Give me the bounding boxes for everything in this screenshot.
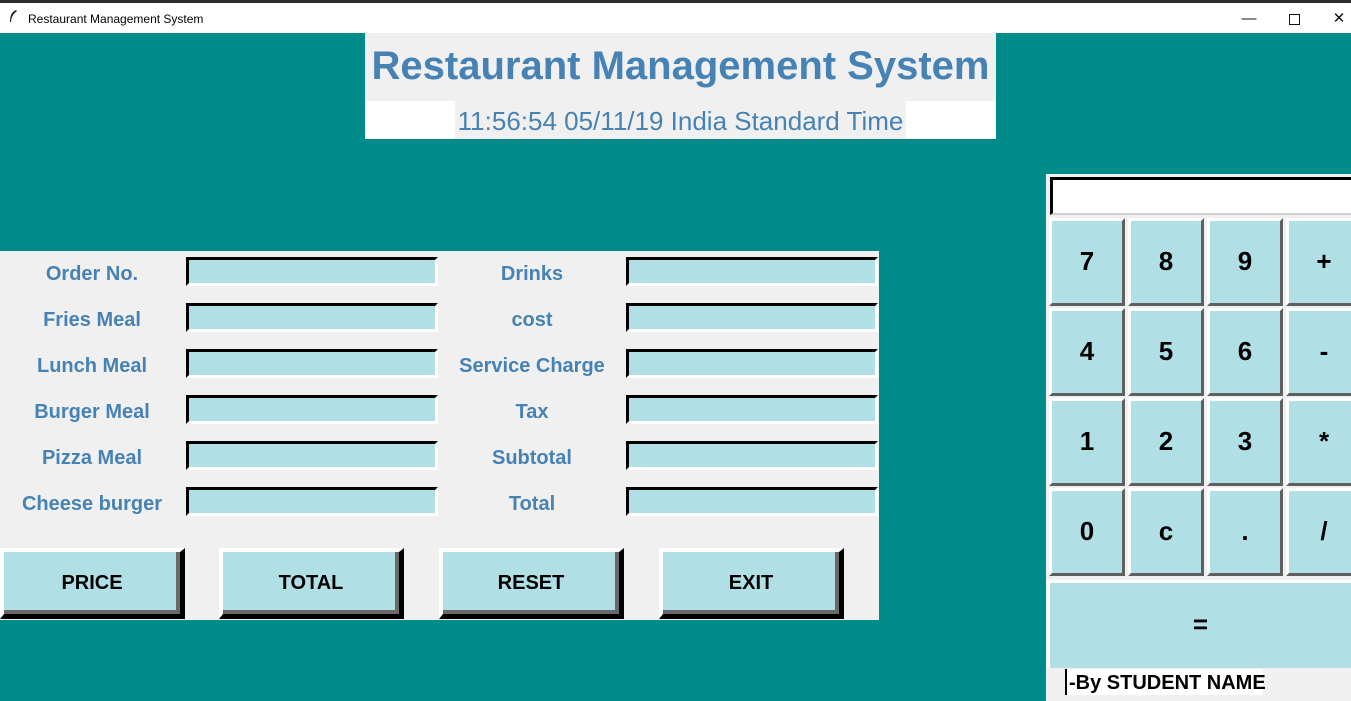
cost-label: cost <box>511 309 553 331</box>
total-label: Total <box>508 493 556 515</box>
cheese-burger-label: Cheese burger <box>21 493 163 515</box>
calc-key-equals[interactable]: = <box>1047 580 1351 668</box>
calc-key-1[interactable]: 1 <box>1049 398 1125 486</box>
feather-icon <box>8 9 18 26</box>
calc-key-2[interactable]: 2 <box>1128 398 1204 486</box>
order-form: Order No. Fries Meal Lunch Meal Burger M… <box>0 251 879 620</box>
close-button[interactable]: ✕ <box>1316 6 1351 32</box>
pizza-meal-label: Pizza Meal <box>41 447 143 469</box>
service-charge-label: Service Charge <box>459 355 605 377</box>
total-input[interactable] <box>626 487 878 516</box>
subtotal-label: Subtotal <box>492 447 572 469</box>
tax-input[interactable] <box>626 395 878 424</box>
fries-meal-input[interactable] <box>186 303 438 332</box>
window-title: Restaurant Management System <box>28 12 204 26</box>
maximize-icon <box>1288 13 1300 25</box>
fries-meal-label: Fries Meal <box>43 309 141 331</box>
subtotal-input[interactable] <box>626 441 878 470</box>
calc-key-0[interactable]: 0 <box>1049 488 1125 576</box>
cost-input[interactable] <box>626 303 878 332</box>
calc-key-clear[interactable]: c <box>1128 488 1204 576</box>
total-button[interactable]: TOTAL <box>219 548 404 619</box>
calc-key-8[interactable]: 8 <box>1128 218 1204 306</box>
minimize-button[interactable]: — <box>1226 6 1272 32</box>
maximize-button[interactable] <box>1271 6 1317 32</box>
calc-key-divide[interactable]: / <box>1286 488 1351 576</box>
service-charge-input[interactable] <box>626 349 878 378</box>
calculator-panel: 7 8 9 + 4 5 6 - 1 2 3 * 0 c . / = <box>1046 174 1351 701</box>
drinks-label: Drinks <box>500 263 564 285</box>
window-titlebar: Restaurant Management System — ✕ <box>0 0 1351 33</box>
lunch-meal-input[interactable] <box>186 349 438 378</box>
header-panel: Restaurant Management System 11:56:54 05… <box>365 33 996 139</box>
tax-label: Tax <box>515 401 549 423</box>
drinks-input[interactable] <box>626 257 878 286</box>
calc-key-5[interactable]: 5 <box>1128 308 1204 396</box>
page-title: Restaurant Management System <box>371 44 990 88</box>
cheese-burger-input[interactable] <box>186 487 438 516</box>
order-no-label: Order No. <box>45 263 139 285</box>
minimize-icon: — <box>1241 10 1257 27</box>
pizza-meal-input[interactable] <box>186 441 438 470</box>
order-no-input[interactable] <box>186 257 438 286</box>
calc-key-7[interactable]: 7 <box>1049 218 1125 306</box>
calc-key-6[interactable]: 6 <box>1207 308 1283 396</box>
calc-key-plus[interactable]: + <box>1286 218 1351 306</box>
calculator-display[interactable] <box>1050 177 1351 215</box>
calc-key-9[interactable]: 9 <box>1207 218 1283 306</box>
reset-button[interactable]: RESET <box>439 548 624 619</box>
lunch-meal-label: Lunch Meal <box>36 355 147 377</box>
exit-button[interactable]: EXIT <box>659 548 844 619</box>
datetime-row: 11:56:54 05/11/19 India Standard Time <box>365 101 996 139</box>
burger-meal-input[interactable] <box>186 395 438 424</box>
price-button[interactable]: PRICE <box>0 548 185 619</box>
calc-key-multiply[interactable]: * <box>1286 398 1351 486</box>
calc-key-3[interactable]: 3 <box>1207 398 1283 486</box>
burger-meal-label: Burger Meal <box>34 401 150 423</box>
calc-key-4[interactable]: 4 <box>1049 308 1125 396</box>
calc-key-minus[interactable]: - <box>1286 308 1351 396</box>
datetime-label: 11:56:54 05/11/19 India Standard Time <box>454 101 907 139</box>
close-icon: ✕ <box>1332 10 1346 27</box>
credit-label: -By STUDENT NAME <box>1065 669 1266 695</box>
calc-key-decimal[interactable]: . <box>1207 488 1283 576</box>
